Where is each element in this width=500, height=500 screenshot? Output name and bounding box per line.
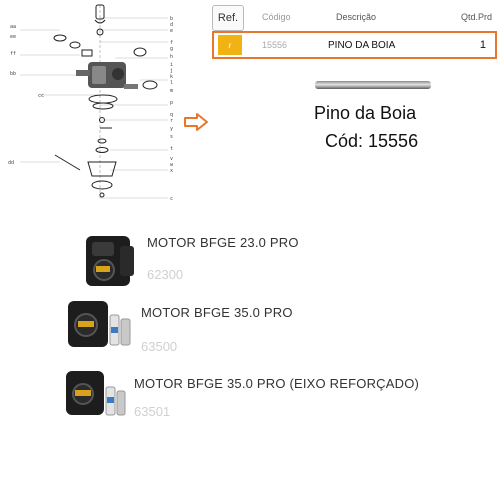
svg-text:l: l	[170, 80, 173, 86]
svg-text:r: r	[170, 118, 173, 124]
svg-text:p: p	[170, 100, 173, 106]
table-row[interactable]: r 15556 PINO DA BOIA 1	[212, 31, 497, 59]
motor-name[interactable]: MOTOR BFGE 35.0 PRO (EIXO REFORÇADO)	[134, 376, 419, 391]
ref-badge: r	[218, 35, 242, 55]
part-title: Pino da Boia	[314, 103, 417, 123]
svg-text:t: t	[170, 146, 173, 152]
row-description: PINO DA BOIA	[328, 40, 396, 51]
svg-text:ee: ee	[10, 34, 16, 40]
svg-text:cc: cc	[38, 93, 44, 99]
row-code: 15556	[262, 40, 288, 50]
svg-text:dd: dd	[8, 160, 14, 166]
motor-name[interactable]: MOTOR BFGE 23.0 PRO	[147, 235, 299, 250]
row-qty: 1	[479, 39, 486, 51]
motor-code: 62300	[147, 267, 184, 282]
svg-text:x: x	[170, 168, 173, 174]
exploded-parts-diagram: bd ef gh ij kl mp qr ys tv wx c aaee ffb…	[8, 4, 174, 202]
svg-text:g: g	[170, 46, 173, 52]
description-column-header: Descrição	[336, 12, 377, 22]
motor-code: 63500	[141, 339, 178, 354]
ref-column-header[interactable]: Ref.	[212, 5, 244, 31]
motor-code: 63501	[134, 404, 171, 419]
qty-column-header: Qtd.Prd	[461, 12, 493, 22]
svg-text:y: y	[170, 126, 173, 132]
code-column-header: Código	[262, 12, 291, 22]
engine-icon[interactable]	[80, 232, 140, 292]
svg-text:aa: aa	[10, 24, 16, 30]
engine-with-filter-icon[interactable]	[64, 297, 134, 353]
motor-name[interactable]: MOTOR BFGE 35.0 PRO	[141, 305, 293, 320]
svg-text:h: h	[170, 54, 173, 60]
engine-with-filter-icon[interactable]	[62, 367, 128, 421]
svg-text:m: m	[170, 88, 173, 94]
svg-text:bb: bb	[10, 71, 16, 77]
pin-rod-icon	[315, 81, 431, 89]
svg-text:ff: ff	[10, 51, 16, 57]
svg-text:s: s	[170, 134, 173, 140]
svg-text:e: e	[170, 28, 173, 34]
part-code: Cód: 15556	[325, 131, 419, 151]
svg-text:c: c	[170, 196, 173, 202]
right-arrow-outline-icon	[184, 113, 208, 131]
